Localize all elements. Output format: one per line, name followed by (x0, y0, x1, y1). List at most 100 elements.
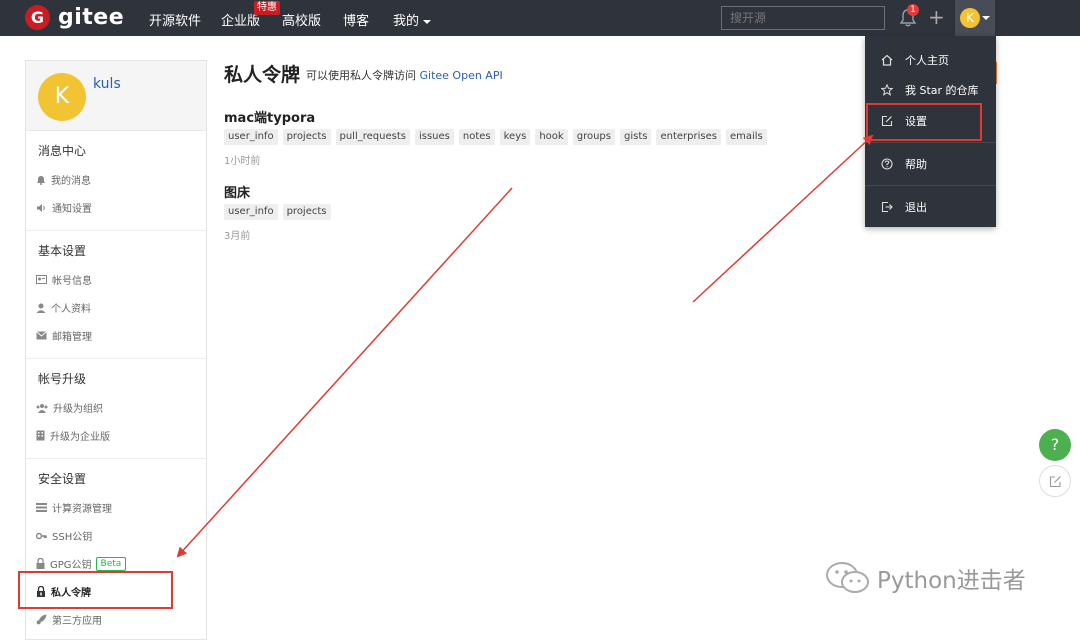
settings-sidebar: K kuls 消息中心 我的消息 通知设置 基本设置 帐号信息 个人资料 邮箱管… (25, 60, 207, 640)
token-time: 1小时前 (224, 156, 261, 167)
home-icon (881, 54, 893, 66)
help-float-button[interactable]: ? (1039, 429, 1071, 461)
menu-item-label: 我 Star 的仓库 (905, 84, 979, 97)
page-subtitle: 可以使用私人令牌访问 Gitee Open API (306, 67, 503, 83)
token-time: 3月前 (224, 231, 251, 242)
sidebar-item-label: 升级为组织 (53, 404, 103, 415)
top-navbar: G gitee 开源软件 企业版 特惠 高校版 博客 我的 1 + K (0, 0, 1080, 36)
sidebar-item-my-messages[interactable]: 我的消息 (36, 172, 91, 187)
scope-tag: groups (572, 129, 615, 145)
sidebar-item-label: 帐号信息 (52, 276, 92, 287)
rocket-icon (36, 614, 47, 625)
sidebar-item-upgrade-org[interactable]: 升级为组织 (36, 400, 103, 415)
sidebar-item-third-party-apps[interactable]: 第三方应用 (36, 612, 102, 627)
sidebar-item-label: 第三方应用 (52, 616, 102, 627)
scope-tag: user_info (224, 129, 278, 145)
sidebar-item-notification-settings[interactable]: 通知设置 (36, 200, 92, 215)
list-icon (36, 503, 47, 512)
section-title-security: 安全设置 (38, 472, 87, 486)
section-title-basic: 基本设置 (38, 244, 87, 258)
scope-tag: hook (535, 129, 568, 145)
scope-tag: emails (725, 129, 767, 145)
question-circle-icon (881, 158, 893, 170)
bell-icon (37, 175, 45, 185)
open-api-link[interactable]: Gitee Open API (420, 69, 503, 82)
watermark: Python进击者 (825, 561, 1026, 595)
plus-icon[interactable]: + (928, 5, 945, 29)
profile-avatar[interactable]: K (38, 73, 86, 121)
search-input[interactable] (721, 6, 885, 30)
users-icon (36, 403, 48, 413)
gitee-logo[interactable]: G gitee (25, 5, 124, 30)
chevron-down-icon (982, 16, 990, 20)
sidebar-item-email[interactable]: 邮箱管理 (36, 328, 92, 343)
nav-university[interactable]: 高校版 (282, 10, 321, 29)
menu-item-logout[interactable]: 退出 (881, 199, 927, 215)
menu-item-help[interactable]: 帮助 (881, 156, 927, 172)
menu-item-homepage[interactable]: 个人主页 (881, 52, 949, 68)
sidebar-item-ssh-keys[interactable]: SSH公钥 (36, 528, 92, 543)
nav-mine[interactable]: 我的 (393, 10, 432, 29)
divider (26, 358, 206, 359)
sidebar-item-label: 升级为企业版 (50, 432, 110, 443)
menu-item-label: 个人主页 (905, 54, 949, 67)
sidebar-item-account-info[interactable]: 帐号信息 (36, 272, 92, 287)
sidebar-item-label: GPG公钥 (50, 560, 92, 571)
token-name[interactable]: mac端typora (224, 107, 315, 126)
divider (26, 230, 206, 231)
edit-icon (1049, 475, 1061, 487)
envelope-icon (36, 331, 47, 340)
menu-item-label: 退出 (905, 201, 927, 214)
notification-count-badge: 1 (907, 4, 919, 16)
nav-open-source[interactable]: 开源软件 (149, 10, 201, 29)
logout-icon (881, 201, 893, 213)
star-icon (881, 84, 893, 96)
sidebar-item-profile[interactable]: 个人资料 (36, 300, 91, 315)
avatar: K (960, 8, 980, 28)
speaker-icon (37, 203, 45, 212)
sidebar-item-label: 邮箱管理 (52, 332, 92, 343)
sidebar-item-compute-resources[interactable]: 计算资源管理 (36, 500, 112, 515)
scope-tag: user_info (224, 204, 278, 220)
logo-text: gitee (58, 5, 125, 30)
chevron-down-icon (423, 19, 432, 24)
key-icon (36, 532, 47, 539)
sidebar-item-label: 通知设置 (52, 204, 92, 215)
menu-item-starred[interactable]: 我 Star 的仓库 (881, 82, 979, 98)
token-scopes: user_info projects pull_requests issues … (224, 129, 767, 145)
nav-blog[interactable]: 博客 (343, 10, 369, 29)
divider (865, 185, 996, 186)
scope-tag: enterprises (656, 129, 721, 145)
lock-icon (36, 558, 45, 569)
wechat-icon (826, 562, 869, 593)
feedback-float-button[interactable] (1039, 465, 1071, 497)
building-icon (36, 430, 45, 441)
sidebar-item-label: SSH公钥 (52, 532, 93, 543)
section-title-messages: 消息中心 (38, 144, 87, 158)
nav-mine-label: 我的 (393, 14, 420, 29)
profile-username[interactable]: kuls (93, 76, 121, 92)
scope-tag: projects (282, 129, 331, 145)
id-card-icon (36, 275, 47, 284)
page-title: 私人令牌 (224, 64, 301, 86)
token-scopes: user_info projects (224, 204, 331, 220)
sidebar-item-label: 我的消息 (51, 176, 91, 187)
scope-tag: projects (282, 204, 331, 220)
profile-card: K kuls (26, 61, 206, 131)
enterprise-badge: 特惠 (254, 1, 280, 15)
arrow-to-settings-item (692, 134, 874, 303)
beta-badge: Beta (95, 556, 127, 571)
scope-tag: pull_requests (335, 129, 410, 145)
annotation-box-token (18, 571, 173, 609)
token-name[interactable]: 图床 (224, 182, 250, 201)
user-icon (36, 303, 46, 313)
sidebar-item-gpg-keys[interactable]: GPG公钥 Beta (36, 556, 127, 571)
divider (865, 142, 996, 143)
sidebar-item-upgrade-enterprise[interactable]: 升级为企业版 (36, 428, 110, 443)
divider (26, 458, 206, 459)
user-menu-button[interactable]: K (955, 0, 995, 36)
section-title-upgrade: 帐号升级 (38, 372, 87, 386)
scope-tag: issues (414, 129, 454, 145)
arrow-to-token-item (176, 187, 513, 558)
scope-tag: keys (499, 129, 531, 145)
